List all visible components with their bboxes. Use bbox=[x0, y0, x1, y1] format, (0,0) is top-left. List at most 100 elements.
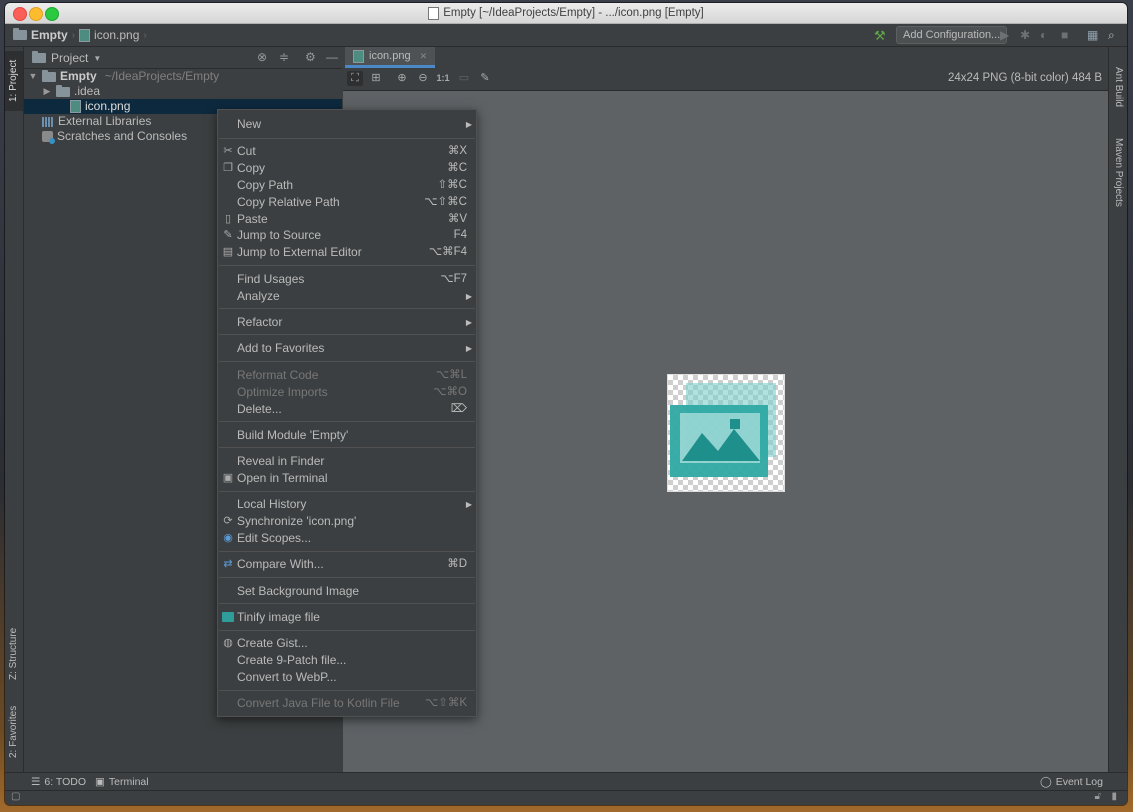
terminal-label: Terminal bbox=[108, 776, 149, 788]
build-hammer-icon[interactable]: ⚒ bbox=[874, 28, 886, 44]
maven-projects-tool-tab[interactable]: Maven Projects bbox=[1109, 127, 1127, 217]
todo-tool-tab[interactable]: ☰ 6: TODO bbox=[31, 776, 86, 788]
ide-window: Empty [~/IdeaProjects/Empty] - .../icon.… bbox=[5, 3, 1127, 805]
image-file-icon bbox=[79, 28, 91, 42]
zoom-in-icon[interactable]: ⊕ bbox=[394, 71, 410, 86]
menu-separator bbox=[219, 308, 475, 309]
fit-zoom-icon[interactable]: ▭ bbox=[456, 71, 472, 86]
menu-item-cut[interactable]: ✂ Cut ⌘X bbox=[218, 143, 476, 160]
scroll-from-source-icon[interactable]: ⊗ bbox=[257, 50, 267, 64]
tree-item-label: icon.png bbox=[85, 99, 131, 113]
menu-item-refactor[interactable]: Refactor ▶ bbox=[218, 314, 476, 331]
tab-icon-png[interactable]: icon.png ✕ bbox=[345, 46, 436, 68]
event-log-tool-tab[interactable]: ◯ Event Log bbox=[1040, 776, 1103, 788]
terminal-tool-tab[interactable]: ▣ Terminal bbox=[95, 776, 149, 788]
scope-icon: ◉ bbox=[223, 532, 233, 544]
chevron-right-icon: › bbox=[71, 29, 76, 41]
menu-separator bbox=[219, 334, 475, 335]
dropdown-arrow-icon[interactable]: ▼ bbox=[93, 54, 101, 63]
chessboard-icon[interactable]: ⊞ bbox=[368, 71, 384, 86]
editor-tabs: icon.png ✕ bbox=[343, 47, 1108, 69]
menu-item-synchronize[interactable]: ⟳ Synchronize 'icon.png' bbox=[218, 513, 476, 530]
menu-item-new[interactable]: New ▶ bbox=[218, 116, 476, 133]
project-structure-icon[interactable]: ▦ bbox=[1087, 28, 1098, 42]
title-bar: Empty [~/IdeaProjects/Empty] - .../icon.… bbox=[5, 3, 1127, 24]
tree-item-idea[interactable]: ▶ .idea bbox=[24, 84, 342, 99]
tool-windows-icon[interactable]: ▢ bbox=[11, 791, 20, 802]
close-tab-icon[interactable]: ✕ bbox=[420, 46, 428, 67]
menu-item-convert-to-webp[interactable]: Convert to WebP... bbox=[218, 669, 476, 686]
menu-separator bbox=[219, 577, 475, 578]
lock-icon[interactable]: 🔓︎ bbox=[1095, 791, 1101, 802]
submenu-arrow-icon: ▶ bbox=[465, 292, 472, 301]
search-icon[interactable]: ⌕ bbox=[1108, 28, 1115, 43]
menu-item-analyze[interactable]: Analyze ▶ bbox=[218, 288, 476, 305]
actual-size-button[interactable]: 1:1 bbox=[435, 71, 451, 86]
menu-separator bbox=[219, 447, 475, 448]
zoom-out-icon[interactable]: ⊖ bbox=[415, 71, 431, 86]
menu-item-jump-to-source[interactable]: ✎ Jump to Source F4 bbox=[218, 227, 476, 244]
menu-item-set-background-image[interactable]: Set Background Image bbox=[218, 583, 476, 600]
tree-item-label: Empty bbox=[60, 69, 97, 83]
maximize-window-button[interactable] bbox=[45, 7, 59, 21]
menu-item-create-gist[interactable]: ◍ Create Gist... bbox=[218, 635, 476, 652]
menu-item-compare-with[interactable]: ⇄ Compare With... ⌘D bbox=[218, 556, 476, 573]
menu-item-create-9patch[interactable]: Create 9-Patch file... bbox=[218, 652, 476, 669]
minimize-window-button[interactable] bbox=[29, 7, 43, 21]
menu-item-tinify[interactable]: Tinify image file bbox=[218, 609, 476, 626]
favorites-tool-tab[interactable]: 2: Favorites bbox=[5, 697, 23, 767]
close-window-button[interactable] bbox=[13, 7, 27, 21]
breadcrumb-file[interactable]: icon.png bbox=[94, 28, 139, 42]
menu-item-build-module[interactable]: Build Module 'Empty' bbox=[218, 427, 476, 444]
menu-item-open-in-terminal[interactable]: ▣ Open in Terminal bbox=[218, 470, 476, 487]
menu-item-reveal-in-finder[interactable]: Reveal in Finder bbox=[218, 453, 476, 470]
hide-panel-icon[interactable]: — bbox=[326, 50, 338, 64]
context-menu: New ▶ ✂ Cut ⌘X ❐ Copy ⌘C Copy Path ⇧⌘C Copy … bbox=[217, 109, 477, 717]
tree-item-empty[interactable]: ▼ Empty ~/IdeaProjects/Empty bbox=[24, 69, 342, 84]
collapse-all-icon[interactable]: ≑ bbox=[279, 50, 289, 64]
right-tool-strip: Ant Build Maven Projects bbox=[1108, 47, 1127, 773]
chevron-right-icon: › bbox=[143, 29, 147, 41]
scratches-icon bbox=[42, 131, 55, 144]
libraries-icon bbox=[42, 116, 54, 127]
menu-separator bbox=[219, 551, 475, 552]
window-title: Empty [~/IdeaProjects/Empty] - .../icon.… bbox=[443, 7, 704, 19]
structure-tool-tab[interactable]: Z: Structure bbox=[5, 619, 23, 689]
run-icon[interactable]: ▶ bbox=[1000, 28, 1009, 42]
expanded-triangle-icon[interactable]: ▼ bbox=[28, 69, 38, 84]
toggle-grid-icon[interactable]: ⛶ bbox=[347, 71, 363, 86]
menu-item-reformat-code[interactable]: Reformat Code ⌥⌘L bbox=[218, 367, 476, 384]
project-tool-tab[interactable]: 1: Project bbox=[5, 51, 23, 111]
stop-icon[interactable]: ■ bbox=[1061, 28, 1068, 42]
menu-item-find-usages[interactable]: Find Usages ⌥F7 bbox=[218, 271, 476, 288]
debug-icon[interactable]: ✱ bbox=[1020, 28, 1030, 42]
breadcrumb-project[interactable]: Empty bbox=[31, 28, 68, 42]
project-panel-title[interactable]: Project bbox=[51, 51, 88, 65]
menu-item-copy[interactable]: ❐ Copy ⌘C bbox=[218, 160, 476, 177]
menu-item-optimize-imports[interactable]: Optimize Imports ⌥⌘O bbox=[218, 384, 476, 401]
submenu-arrow-icon: ▶ bbox=[465, 500, 472, 509]
menu-item-convert-java-to-kotlin[interactable]: Convert Java File to Kotlin File ⌥⇧⌘K bbox=[218, 695, 476, 712]
menu-item-paste[interactable]: ▯ Paste ⌘V bbox=[218, 211, 476, 228]
menu-item-jump-external-editor[interactable]: ▤ Jump to External Editor ⌥⌘F4 bbox=[218, 244, 476, 261]
menu-item-add-to-favorites[interactable]: Add to Favorites ▶ bbox=[218, 340, 476, 357]
image-file-icon bbox=[70, 100, 81, 113]
scissors-icon: ✂ bbox=[223, 145, 233, 157]
color-picker-icon[interactable]: ✎ bbox=[477, 71, 493, 86]
menu-item-local-history[interactable]: Local History ▶ bbox=[218, 496, 476, 513]
add-configuration-button[interactable]: Add Configuration... bbox=[896, 26, 1008, 44]
ant-build-tool-tab[interactable]: Ant Build bbox=[1109, 57, 1127, 117]
breadcrumb: Empty › icon.png › bbox=[13, 28, 147, 42]
menu-separator bbox=[219, 491, 475, 492]
coverage-icon[interactable]: ◐ bbox=[1040, 28, 1047, 42]
menu-item-copy-relative-path[interactable]: Copy Relative Path ⌥⇧⌘C bbox=[218, 194, 476, 211]
menu-item-edit-scopes[interactable]: ◉ Edit Scopes... bbox=[218, 530, 476, 547]
gear-icon[interactable]: ⚙ bbox=[305, 50, 316, 64]
clipboard-icon: ▯ bbox=[224, 213, 232, 225]
menu-item-delete[interactable]: Delete... ⌦ bbox=[218, 401, 476, 418]
compare-icon: ⇄ bbox=[223, 558, 233, 570]
memory-indicator-icon[interactable]: ▮ bbox=[1111, 791, 1117, 802]
collapsed-triangle-icon[interactable]: ▶ bbox=[42, 84, 52, 99]
menu-item-copy-path[interactable]: Copy Path ⇧⌘C bbox=[218, 177, 476, 194]
menu-separator bbox=[219, 630, 475, 631]
